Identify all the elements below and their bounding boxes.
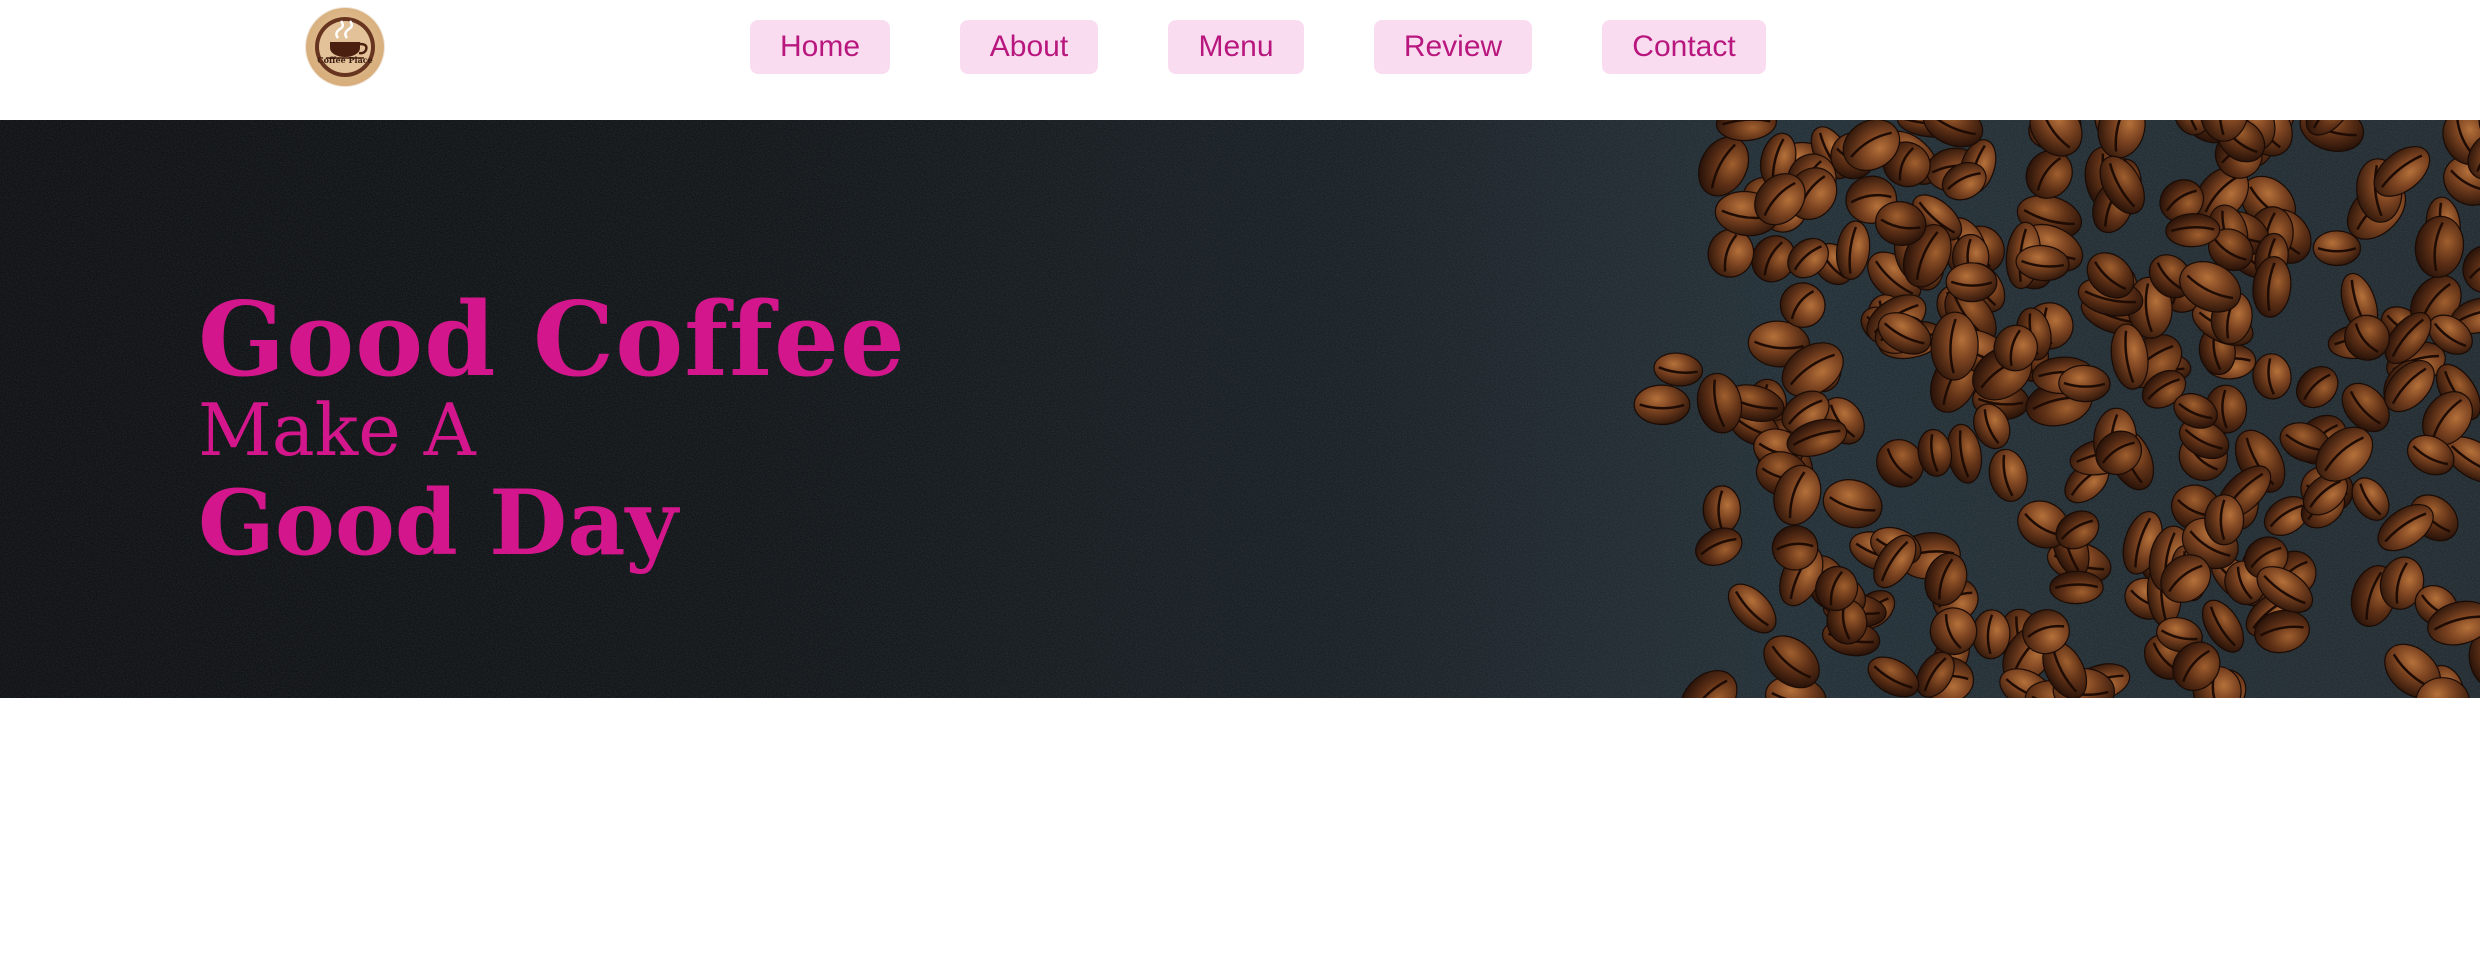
nav-about[interactable]: About — [960, 20, 1098, 74]
nav-contact[interactable]: Contact — [1602, 20, 1766, 74]
coffee-bean — [2058, 364, 2111, 403]
coffee-bean — [2252, 353, 2292, 400]
coffee-cup-icon — [315, 17, 375, 77]
coffee-bean — [2312, 230, 2362, 267]
coffee-bean — [1633, 384, 1691, 426]
coffee-bean — [1822, 479, 1883, 529]
hero-banner: Good Coffee Make A Good Day — [0, 120, 2480, 698]
hero-headline: Good Coffee — [198, 280, 906, 400]
coffee-bean — [1945, 262, 1998, 303]
coffee-bean — [1727, 583, 1777, 634]
coffee-bean — [1702, 485, 1742, 534]
logo[interactable]: Coffee Place — [306, 8, 384, 86]
coffee-bean — [2204, 494, 2245, 546]
coffee-bean — [2295, 366, 2339, 409]
nav-review[interactable]: Review — [1374, 20, 1532, 74]
nav-home[interactable]: Home — [750, 20, 890, 74]
hero-tagline: Good Day — [198, 470, 678, 576]
nav-menu[interactable]: Menu — [1168, 20, 1304, 74]
coffee-bean — [1867, 656, 1920, 698]
coffee-bean — [1679, 670, 1738, 698]
hero-subline: Make A — [198, 388, 476, 472]
logo-text: Coffee Place — [317, 55, 373, 65]
coffee-bean — [1653, 352, 1704, 387]
navbar: Coffee Place Home About Menu Review Cont… — [0, 0, 2480, 120]
coffee-bean — [1988, 448, 2028, 502]
coffee-bean — [2049, 570, 2104, 605]
coffee-bean — [1695, 527, 1743, 566]
